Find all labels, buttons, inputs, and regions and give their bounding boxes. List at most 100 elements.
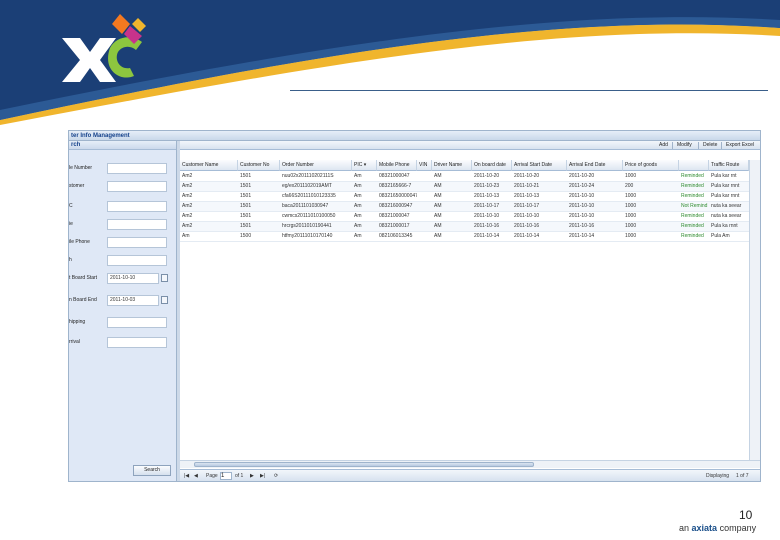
field-label: ie	[69, 221, 73, 227]
table-cell: 2011-10-10	[474, 213, 500, 219]
pic-input[interactable]	[107, 201, 167, 212]
file-number-input[interactable]	[107, 163, 167, 174]
toolbar-separator	[721, 142, 722, 149]
table-cell	[417, 182, 432, 191]
table-cell: Reminded	[681, 233, 704, 239]
table-cell	[417, 212, 432, 221]
field-label: t Board Start	[69, 275, 98, 281]
table-cell: 08321000047	[379, 173, 410, 179]
table-cell: 1501	[240, 213, 252, 219]
field-label: stomer	[69, 183, 85, 189]
table-cell: nuta ka seear	[711, 203, 742, 209]
board-start-date-input[interactable]: 2011-10-10	[107, 273, 159, 284]
delete-button[interactable]: Delete	[703, 141, 717, 150]
mobile-phone-input[interactable]	[107, 237, 167, 248]
table-cell: Am	[354, 193, 362, 199]
table-cell: 2011-10-10	[514, 213, 540, 219]
column-header[interactable]: Traffic Route	[709, 160, 749, 171]
table-cell: 08321650000047	[379, 193, 417, 199]
toolbar-separator	[672, 142, 673, 149]
table-cell: baca2011101030947	[282, 203, 329, 209]
table-cell: Am2	[182, 213, 193, 219]
table-cell: 1500	[240, 233, 252, 239]
column-header[interactable]: Price of goods	[623, 160, 679, 171]
table-cell: cfa66S20111010123335	[282, 193, 336, 199]
column-header[interactable]	[679, 160, 709, 171]
table-cell: 2011-10-20	[514, 173, 540, 179]
calendar-icon[interactable]	[161, 274, 168, 282]
column-header[interactable]: Arrival End Date	[567, 160, 623, 171]
table-cell: 0832165666-7	[379, 183, 412, 189]
footer-brand: an axiata company	[679, 523, 756, 533]
column-header[interactable]: PIC ▾	[352, 160, 377, 171]
column-header[interactable]: VIN	[417, 160, 432, 171]
table-cell: 08321000047	[379, 213, 410, 219]
table-cell: Pula kar rnnt	[711, 183, 740, 189]
name-input[interactable]	[107, 219, 167, 230]
table-cell: Reminded	[681, 213, 704, 219]
vin-input[interactable]	[107, 255, 167, 266]
vertical-scrollbar[interactable]	[749, 160, 760, 460]
grid-pager: |◀ ◀ Page 1 of 1 ▶ ▶| ⟳ Displaying 1 of …	[180, 469, 760, 481]
column-header[interactable]: Customer No	[238, 160, 280, 171]
table-cell: Pula Am	[711, 233, 730, 239]
last-page-icon[interactable]: ▶|	[260, 471, 265, 481]
table-cell: Am	[182, 233, 190, 239]
first-page-icon[interactable]: |◀	[184, 471, 189, 481]
scrollbar-thumb[interactable]	[194, 462, 534, 467]
field-label: n Board End	[69, 297, 97, 303]
table-cell: AM	[434, 233, 442, 239]
table-cell: 083216000947	[379, 203, 413, 209]
add-button[interactable]: Add	[659, 141, 668, 150]
table-cell: 2011-10-14	[569, 233, 595, 239]
app-title: ter Info Management	[69, 131, 760, 141]
header-divider	[290, 90, 768, 91]
table-cell: Pula kar rnnt	[711, 193, 740, 199]
displaying-count: 1 of 7	[736, 473, 749, 479]
page-number-input[interactable]: 1	[220, 472, 232, 480]
table-cell: Am	[354, 233, 362, 239]
table-cell: 1000	[625, 233, 637, 239]
table-cell: Reminded	[681, 223, 704, 229]
arrival-input[interactable]	[107, 337, 167, 348]
table-cell: AM	[434, 183, 442, 189]
shipping-input[interactable]	[107, 317, 167, 328]
table-cell: 2011-10-13	[474, 193, 500, 199]
export-excel-button[interactable]: Export Excel	[726, 141, 754, 150]
column-header[interactable]: Order Number	[280, 160, 352, 171]
field-label: rrival	[69, 339, 80, 345]
column-header[interactable]: Driver Name	[432, 160, 472, 171]
table-cell: 1000	[625, 213, 637, 219]
customer-input[interactable]	[107, 181, 167, 192]
table-cell: 2011-10-16	[474, 223, 500, 229]
app-window: ter Info Management rch le Number stomer…	[68, 130, 761, 482]
table-cell: 2011-10-23	[474, 183, 500, 189]
modify-button[interactable]: Modify	[677, 141, 692, 150]
column-header[interactable]: Arrival Start Date	[512, 160, 567, 171]
table-cell: cwmcs20111010100050	[282, 213, 336, 219]
table-cell: htfmy20111010170140	[282, 233, 333, 239]
table-cell	[417, 192, 432, 201]
table-cell: eg/ex2011102019AMT	[282, 183, 332, 189]
table-cell: Reminded	[681, 173, 704, 179]
calendar-icon[interactable]	[161, 296, 168, 304]
board-end-date-input[interactable]: 2011-10-03	[107, 295, 159, 306]
horizontal-scrollbar[interactable]	[180, 460, 760, 468]
table-cell: 2011-10-17	[514, 203, 540, 209]
table-cell: 1501	[240, 183, 252, 189]
field-label: ile Phone	[69, 239, 90, 245]
column-header[interactable]: Customer Name	[180, 160, 238, 171]
column-header[interactable]: On board date	[472, 160, 512, 171]
grid-toolbar: Add Modify Delete Export Excel	[180, 141, 760, 150]
next-page-icon[interactable]: ▶	[250, 471, 254, 481]
table-cell	[417, 222, 432, 231]
table-cell: Reminded	[681, 183, 704, 189]
prev-page-icon[interactable]: ◀	[194, 471, 198, 481]
column-header[interactable]: Mobile Phone	[377, 160, 417, 171]
table-cell: Am	[354, 213, 362, 219]
table-cell: 2011-10-13	[514, 193, 540, 199]
table-cell: Am2	[182, 193, 193, 199]
refresh-icon[interactable]: ⟳	[274, 471, 278, 481]
search-button[interactable]: Search	[133, 465, 171, 476]
page-of-label: of 1	[235, 473, 244, 479]
